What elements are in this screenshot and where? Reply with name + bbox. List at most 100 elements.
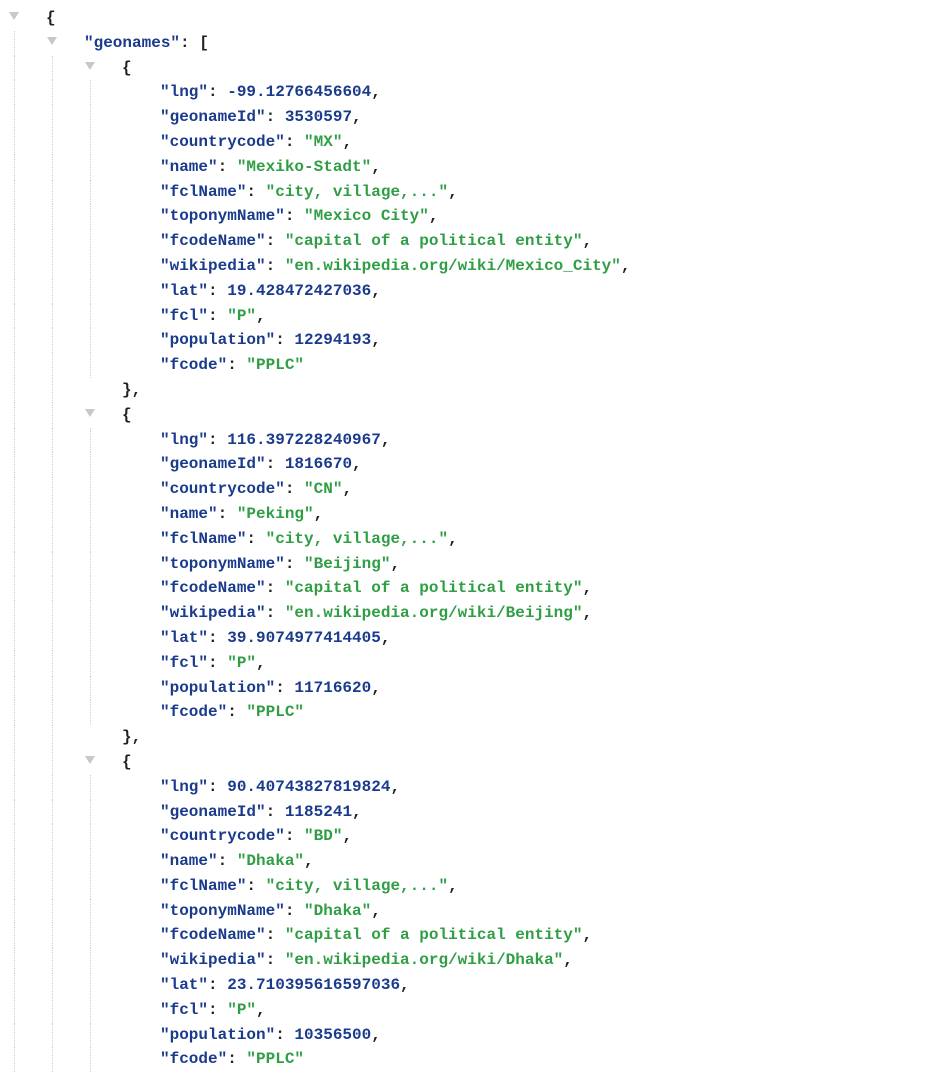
- json-number-value: -99.12766456604: [227, 83, 371, 101]
- indent-guide: [84, 502, 122, 527]
- indent-guide: [84, 328, 122, 353]
- json-line: },: [8, 725, 939, 750]
- json-key: "fcodeName": [160, 579, 266, 597]
- json-line: "population": 11716620,: [8, 676, 939, 701]
- json-line: "name": "Dhaka",: [8, 849, 939, 874]
- indent-guide: [84, 428, 122, 453]
- indent-guide: [8, 428, 46, 453]
- indent-guide: [84, 849, 122, 874]
- json-key: "fcl": [160, 307, 208, 325]
- indent-guide: [8, 452, 46, 477]
- indent-guide: [46, 328, 84, 353]
- json-line: "fclName": "city, village,...",: [8, 874, 939, 899]
- indent-guide: [84, 973, 122, 998]
- indent-guide: [46, 725, 84, 750]
- json-key: "geonameId": [160, 803, 266, 821]
- indent-guide: [46, 576, 84, 601]
- json-string-value: "Peking": [237, 505, 314, 523]
- json-line: "name": "Mexiko-Stadt",: [8, 155, 939, 180]
- json-key: "countrycode": [160, 133, 285, 151]
- json-string-value: "capital of a political entity": [285, 579, 583, 597]
- json-line: "wikipedia": "en.wikipedia.org/wiki/Dhak…: [8, 948, 939, 973]
- indent-guide: [8, 130, 46, 155]
- indent-guide: [8, 279, 46, 304]
- json-key: "geonameId": [160, 455, 266, 473]
- json-line: "geonameId": 3530597,: [8, 105, 939, 130]
- indent-guide: [46, 651, 84, 676]
- root-brace-open: {: [46, 9, 56, 27]
- indent-guide: [84, 477, 122, 502]
- collapse-toggle-icon[interactable]: [84, 56, 122, 81]
- json-line: "population": 10356500,: [8, 1023, 939, 1048]
- json-line: "geonames": [: [8, 31, 939, 56]
- indent-guide: [46, 973, 84, 998]
- indent-guide: [8, 800, 46, 825]
- json-line: "fcodeName": "capital of a political ent…: [8, 576, 939, 601]
- json-key: "fcode": [160, 1050, 227, 1068]
- indent-guide: [8, 1047, 46, 1072]
- json-key: "population": [160, 679, 275, 697]
- collapse-toggle-icon[interactable]: [84, 403, 122, 428]
- indent-guide: [84, 204, 122, 229]
- json-string-value: "CN": [304, 480, 342, 498]
- collapse-toggle-icon[interactable]: [84, 750, 122, 775]
- indent-guide: [84, 80, 122, 105]
- json-number-value: 19.428472427036: [227, 282, 371, 300]
- indent-guide: [84, 874, 122, 899]
- json-string-value: "Beijing": [304, 555, 390, 573]
- object-brace-open: {: [122, 406, 132, 424]
- json-string-value: "BD": [304, 827, 342, 845]
- collapse-toggle-icon[interactable]: [8, 6, 46, 31]
- indent-guide: [84, 1047, 122, 1072]
- json-key: "fclName": [160, 530, 246, 548]
- json-line: "toponymName": "Dhaka",: [8, 899, 939, 924]
- indent-guide: [46, 1023, 84, 1048]
- json-line: "countrycode": "MX",: [8, 130, 939, 155]
- json-number-value: 90.40743827819824: [227, 778, 390, 796]
- indent-guide: [84, 452, 122, 477]
- indent-guide: [8, 700, 46, 725]
- indent-guide: [8, 874, 46, 899]
- json-number-value: 23.710395616597036: [227, 976, 400, 994]
- indent-guide: [8, 651, 46, 676]
- object-brace-close: }: [122, 728, 132, 746]
- indent-guide: [8, 1023, 46, 1048]
- collapse-toggle-icon[interactable]: [46, 31, 84, 56]
- indent-guide: [8, 229, 46, 254]
- json-key: "wikipedia": [160, 257, 266, 275]
- json-line: "name": "Peking",: [8, 502, 939, 527]
- json-key: "name": [160, 158, 218, 176]
- json-number-value: 10356500: [294, 1026, 371, 1044]
- indent-guide: [84, 130, 122, 155]
- json-key: "name": [160, 852, 218, 870]
- indent-guide: [84, 1023, 122, 1048]
- indent-guide: [8, 849, 46, 874]
- indent-guide: [46, 676, 84, 701]
- json-number-value: 3530597: [285, 108, 352, 126]
- indent-guide: [84, 899, 122, 924]
- json-line: "toponymName": "Mexico City",: [8, 204, 939, 229]
- indent-guide: [84, 775, 122, 800]
- json-number-value: 1185241: [285, 803, 352, 821]
- indent-guide: [46, 998, 84, 1023]
- indent-guide: [84, 998, 122, 1023]
- indent-guide: [8, 973, 46, 998]
- json-string-value: "MX": [304, 133, 342, 151]
- indent-guide: [8, 576, 46, 601]
- json-string-value: "city, village,...": [266, 183, 448, 201]
- json-key: "lat": [160, 282, 208, 300]
- json-line: "fcodeName": "capital of a political ent…: [8, 923, 939, 948]
- json-string-value: "P": [227, 1001, 256, 1019]
- json-key: "countrycode": [160, 480, 285, 498]
- json-key: "fclName": [160, 877, 246, 895]
- json-key: "lng": [160, 431, 208, 449]
- indent-guide: [84, 700, 122, 725]
- indent-guide: [8, 998, 46, 1023]
- indent-guide: [84, 279, 122, 304]
- json-key: "geonameId": [160, 108, 266, 126]
- json-key: "fcl": [160, 1001, 208, 1019]
- json-string-value: "capital of a political entity": [285, 232, 583, 250]
- json-key: "fcode": [160, 356, 227, 374]
- indent-guide: [8, 477, 46, 502]
- indent-guide: [46, 279, 84, 304]
